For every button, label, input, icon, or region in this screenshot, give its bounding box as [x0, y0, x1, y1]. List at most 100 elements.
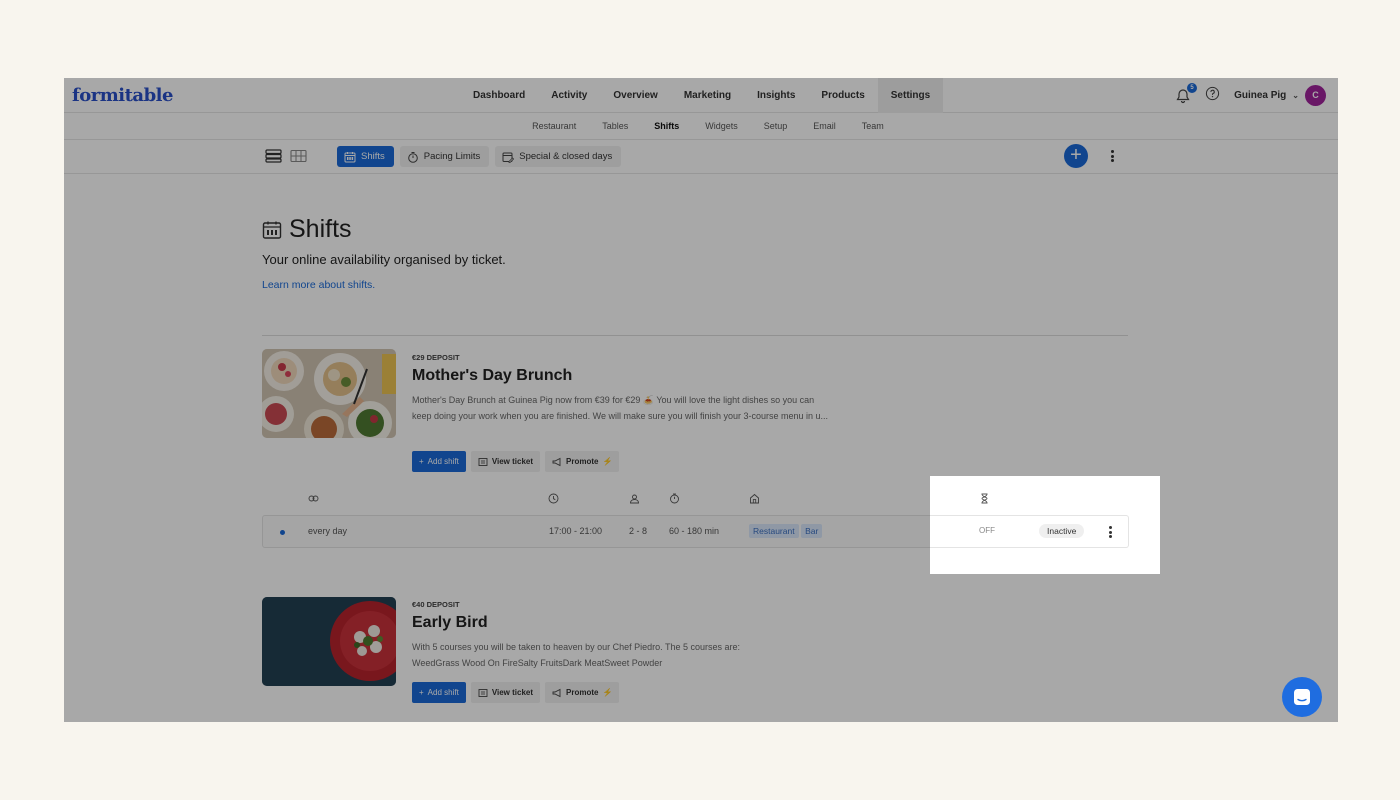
promote-button[interactable]: Promote ⚡	[545, 682, 620, 703]
clock-icon	[548, 491, 559, 509]
schedule-guests: 2 - 8	[629, 526, 648, 536]
view-ticket-button[interactable]: View ticket	[470, 451, 541, 472]
tab-pacing-label: Pacing Limits	[423, 151, 481, 162]
promote-label: Promote	[566, 688, 599, 697]
shift-image	[262, 597, 396, 686]
shift-actions: + Add shift View ticket Promote ⚡	[412, 451, 620, 472]
bolt-icon: ⚡	[602, 688, 613, 697]
subnav-shifts[interactable]: Shifts	[641, 113, 692, 139]
logo[interactable]: formitable	[72, 85, 173, 106]
plus-icon: +	[419, 688, 424, 697]
add-shift-label: Add shift	[427, 688, 459, 697]
megaphone-icon	[552, 688, 561, 697]
subnav-restaurant[interactable]: Restaurant	[519, 113, 589, 139]
row-more-icon[interactable]	[1107, 525, 1113, 539]
nav-insights[interactable]: Insights	[744, 78, 808, 113]
shift-deposit: €29 DEPOSIT	[412, 353, 460, 362]
subnav-setup[interactable]: Setup	[751, 113, 801, 139]
tab-bar: Shifts Pacing Limits Special & closed da…	[337, 146, 622, 167]
shift-actions: + Add shift View ticket Promote ⚡	[412, 682, 620, 703]
tab-pacing-limits[interactable]: Pacing Limits	[399, 146, 490, 167]
grid-view-icon[interactable]	[290, 149, 307, 168]
user-name: Guinea Pig	[1234, 90, 1287, 101]
status-dot	[280, 530, 285, 535]
schedule-areas: Restaurant Bar	[749, 516, 823, 547]
promote-button[interactable]: Promote ⚡	[545, 451, 620, 472]
waitlist-icon	[979, 491, 990, 509]
bolt-icon: ⚡	[602, 457, 613, 466]
divider	[262, 335, 1128, 336]
view-ticket-label: View ticket	[491, 457, 534, 466]
toolbar: Shifts Pacing Limits Special & closed da…	[64, 140, 1338, 174]
tab-shifts-label: Shifts	[361, 151, 385, 162]
calendar-icon	[262, 221, 282, 239]
subnav-widgets[interactable]: Widgets	[692, 113, 751, 139]
calendar-icon	[344, 151, 356, 162]
user-menu[interactable]: Guinea Pig ⌄ C	[1234, 85, 1326, 106]
promote-label: Promote	[566, 457, 599, 466]
subnav-email[interactable]: Email	[800, 113, 849, 139]
settings-subnav: Restaurant Tables Shifts Widgets Setup E…	[64, 113, 1338, 140]
schedule-row-end[interactable]: OFF Inactive	[930, 515, 1129, 548]
recurrence-icon	[308, 491, 319, 509]
nav-marketing[interactable]: Marketing	[671, 78, 744, 113]
chat-launcher[interactable]	[1282, 677, 1322, 717]
add-shift-button[interactable]: + Add shift	[412, 682, 466, 703]
area-tag: Restaurant	[749, 524, 799, 538]
shift-image	[262, 349, 396, 438]
learn-more-link[interactable]: Learn more about shifts.	[262, 279, 375, 291]
chevron-down-icon: ⌄	[1292, 91, 1299, 100]
view-ticket-label: View ticket	[491, 688, 534, 697]
status-badge[interactable]: Inactive	[1039, 524, 1085, 538]
tab-special-label: Special & closed days	[519, 151, 613, 162]
nav-activity[interactable]: Activity	[538, 78, 600, 113]
nav-settings[interactable]: Settings	[877, 78, 944, 113]
shift-description: Mother's Day Brunch at Guinea Pig now fr…	[412, 395, 829, 421]
shift-description: With 5 courses you will be taken to heav…	[412, 642, 741, 668]
notification-badge: 5	[1187, 82, 1198, 93]
more-options-icon[interactable]	[1108, 148, 1116, 164]
schedule-days: every day	[308, 526, 348, 536]
plus-icon: +	[419, 457, 424, 466]
header-tools: 5 Guinea Pig ⌄ C	[1175, 78, 1326, 113]
stopwatch-icon	[407, 151, 418, 163]
page-title: Shifts	[262, 215, 352, 244]
area-icon	[749, 491, 760, 509]
area-tag: Bar	[801, 524, 823, 538]
top-navigation: formitable Dashboard Activity Overview M…	[64, 78, 1338, 113]
nav-dashboard[interactable]: Dashboard	[460, 78, 538, 113]
add-button[interactable]: +	[1064, 144, 1088, 168]
schedule-duration: 60 - 180 min	[669, 526, 720, 536]
nav-products[interactable]: Products	[808, 78, 877, 113]
nav-overview[interactable]: Overview	[600, 78, 670, 113]
view-toggle	[265, 149, 307, 168]
page-subtitle: Your online availability organised by ti…	[262, 252, 506, 267]
add-shift-label: Add shift	[427, 457, 459, 466]
app-window: formitable Dashboard Activity Overview M…	[64, 78, 1338, 722]
megaphone-icon	[552, 457, 561, 466]
chat-icon	[1294, 689, 1310, 705]
schedule-time: 17:00 - 21:00	[549, 526, 603, 536]
subnav-team[interactable]: Team	[849, 113, 897, 139]
duration-icon	[669, 491, 680, 509]
subnav-tables[interactable]: Tables	[589, 113, 641, 139]
help-icon[interactable]	[1205, 86, 1220, 106]
shift-name[interactable]: Early Bird	[412, 614, 488, 632]
guests-icon	[629, 491, 640, 509]
highlight-region: OFF Inactive	[930, 476, 1160, 574]
waitlist-status: OFF	[979, 526, 995, 535]
avatar[interactable]: C	[1305, 85, 1326, 106]
add-shift-button[interactable]: + Add shift	[412, 451, 466, 472]
bell-icon[interactable]: 5	[1175, 82, 1198, 104]
tab-shifts[interactable]: Shifts	[337, 146, 394, 167]
ticket-icon	[478, 688, 488, 697]
shift-name[interactable]: Mother's Day Brunch	[412, 367, 572, 385]
calendar-edit-icon	[502, 152, 515, 163]
shift-deposit: €40 DEPOSIT	[412, 600, 460, 609]
ticket-icon	[478, 457, 488, 466]
list-view-icon[interactable]	[265, 149, 282, 168]
view-ticket-button[interactable]: View ticket	[470, 682, 541, 703]
tab-special-days[interactable]: Special & closed days	[495, 146, 622, 167]
main-nav: Dashboard Activity Overview Marketing In…	[460, 78, 944, 113]
page-heading: Shifts	[289, 215, 352, 243]
